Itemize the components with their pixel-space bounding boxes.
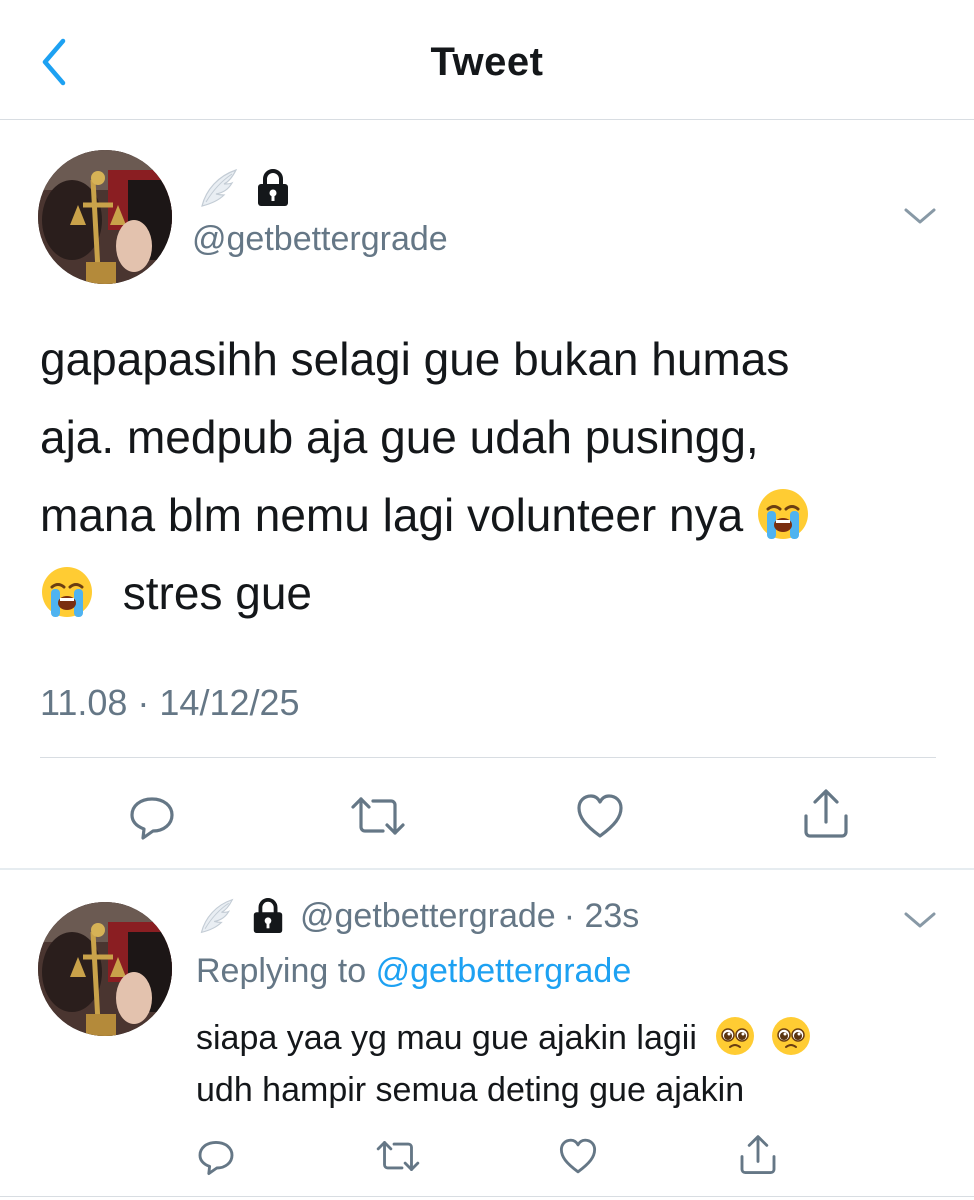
reply-text-fragment: siapa yaa yg mau gue ajakin lagii [196, 1019, 697, 1057]
reply-retweet-button[interactable] [372, 1132, 424, 1180]
replying-to-label: Replying to [196, 952, 367, 990]
loudly-crying-face-emoji [757, 489, 808, 539]
replying-to-mention[interactable]: @getbettergrade [376, 952, 632, 990]
pleading-face-emoji [716, 1017, 755, 1055]
retweet-icon [376, 1141, 420, 1171]
reply-name-row: @getbettergrade · 23s [196, 896, 639, 936]
avatar-image [38, 902, 172, 1036]
top-bar: Tweet [0, 0, 974, 120]
chevron-down-icon [904, 912, 936, 928]
reply-button[interactable] [124, 788, 180, 844]
share-icon [740, 1135, 776, 1175]
tweet-text: gapapasihh selagi gue bukan humas aja. m… [40, 320, 940, 632]
reply-reply-button[interactable] [192, 1132, 240, 1180]
like-button[interactable] [572, 788, 628, 844]
tweet-text-line: aja. medpub aja gue udah pusingg, [40, 411, 759, 463]
reply-text-line: udh hampir semua deting gue ajakin [196, 1071, 745, 1109]
share-icon [804, 789, 848, 838]
loudly-crying-face-emoji [42, 567, 92, 617]
retweet-button[interactable] [348, 788, 408, 844]
lock-icon [258, 169, 288, 206]
tweet-text-fragment: mana blm nemu lagi volunteer nya [40, 489, 744, 541]
tweet-text-line: mana blm nemu lagi volunteer nya [40, 476, 940, 554]
divider [40, 757, 936, 758]
reply-user-handle[interactable]: @getbettergrade [300, 897, 556, 936]
avatar-image [38, 150, 172, 284]
share-button[interactable] [798, 786, 854, 842]
section-separator [0, 868, 974, 870]
page-title: Tweet [430, 40, 544, 84]
reply-avatar[interactable] [38, 902, 172, 1036]
reply-icon [130, 797, 174, 840]
wing-icon [200, 898, 234, 934]
wing-icon [201, 168, 238, 207]
heart-icon [559, 1138, 597, 1174]
chevron-down-icon [904, 208, 936, 224]
more-options-button[interactable] [902, 204, 938, 228]
retweet-icon [351, 797, 405, 835]
lock-icon [253, 898, 283, 934]
tweet-text-line: stres gue [40, 554, 940, 632]
pleading-face-emoji [771, 1017, 810, 1055]
reply-like-button[interactable] [554, 1132, 602, 1180]
reply-share-button[interactable] [734, 1130, 782, 1180]
tweet-text-fragment: stres gue [122, 567, 312, 619]
reply-icon [198, 1140, 234, 1176]
user-handle[interactable]: @getbettergrade [192, 220, 448, 259]
bottom-divider [0, 1196, 974, 1197]
avatar[interactable] [38, 150, 172, 284]
user-name-row [196, 166, 292, 210]
reply-more-options-button[interactable] [902, 908, 938, 932]
reply-text-line: siapa yaa yg mau gue ajakin lagii [196, 1012, 936, 1064]
heart-icon [577, 794, 623, 838]
reply-time: · 23s [563, 896, 640, 935]
tweet-text-line: gapapasihh selagi gue bukan humas [40, 333, 790, 385]
replying-to: Replying to @getbettergrade [196, 952, 631, 991]
reply-text: siapa yaa yg mau gue ajakin lagii udh ha… [196, 1012, 936, 1116]
tweet-timestamp[interactable]: 11.08 · 14/12/25 [40, 682, 300, 724]
